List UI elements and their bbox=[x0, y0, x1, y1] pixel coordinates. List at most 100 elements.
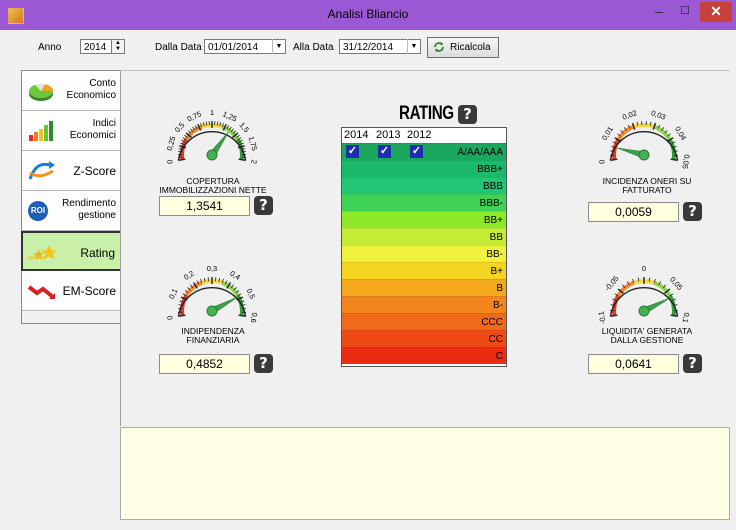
gauge-tick-label: 0,1 bbox=[681, 312, 692, 324]
incidenza-help-icon[interactable]: ? bbox=[683, 202, 702, 221]
gauge-tick bbox=[178, 158, 186, 162]
rating-row: BB+ bbox=[342, 211, 506, 228]
gauge-tick-label: 0,01 bbox=[600, 125, 615, 142]
rating-class-label: BBB- bbox=[479, 198, 503, 209]
rating-row: BB- bbox=[342, 245, 506, 262]
rating-year: 2012 bbox=[407, 129, 432, 141]
pie-chart-icon bbox=[29, 83, 54, 101]
rating-years-header: 2014 2013 2012 bbox=[342, 128, 506, 142]
rating-class-label: CCC bbox=[481, 317, 503, 328]
title-bar: Analisi Bliancio – ☐ ✕ bbox=[0, 0, 736, 30]
gauge-tick-label: 0,6 bbox=[249, 312, 260, 324]
gauge-tick bbox=[238, 158, 246, 162]
gauge-tick-label: -0,05 bbox=[603, 274, 621, 293]
gauge-tick-label: 0,75 bbox=[186, 109, 203, 123]
anno-field[interactable]: 2014 bbox=[80, 39, 112, 54]
gauge-tick-label: 0 bbox=[597, 159, 607, 165]
indipendenza-label: INDIPENDENZA FINANZIARIA bbox=[181, 326, 245, 345]
gauge-tick-label: 0,05 bbox=[680, 154, 691, 169]
rating-class-label: BB- bbox=[486, 249, 503, 260]
indipendenza-help-icon[interactable]: ? bbox=[254, 354, 273, 373]
rating-row: A/AA/AAA ✓ ✓ ✓ bbox=[342, 143, 506, 160]
rating-title: RATING bbox=[399, 103, 454, 124]
content-panel: 0 0,25 0,5 0,75 1 1,25 1,5 1,75 2 COPERTURA IMMOB… bbox=[120, 70, 730, 426]
sidebar-item-rating[interactable]: Rating bbox=[21, 231, 123, 271]
gauge-tick-label: 0,4 bbox=[228, 269, 242, 282]
sidebar-item-label: Indici Economici bbox=[69, 118, 116, 141]
sidebar-item-label: Z-Score bbox=[73, 164, 116, 178]
rating-check-icon: ✓ bbox=[346, 145, 359, 158]
rating-class-label: A/AA/AAA bbox=[457, 147, 503, 158]
rating-row: CC bbox=[342, 330, 506, 347]
liquidita-value: 0,0641 bbox=[588, 354, 679, 374]
rating-row: BBB bbox=[342, 177, 506, 194]
indipendenza-value: 0,4852 bbox=[159, 354, 250, 374]
rating-row: BBB+ bbox=[342, 160, 506, 177]
gauge-tick-label: 0,5 bbox=[245, 287, 257, 300]
liquidita-help-icon[interactable]: ? bbox=[683, 354, 702, 373]
maximize-button[interactable]: ☐ bbox=[674, 2, 696, 22]
main-window: Anno 2014 ▲ ▼ Dalla Data 01/01/2014 ▼ All… bbox=[6, 30, 730, 524]
trend-arrows-icon bbox=[28, 161, 55, 180]
rating-stars-icon bbox=[28, 245, 58, 260]
gauge-tick-label: 0,02 bbox=[621, 108, 638, 121]
minimize-button[interactable]: – bbox=[648, 2, 670, 22]
gauge-tick bbox=[238, 314, 246, 318]
close-button[interactable]: ✕ bbox=[700, 2, 732, 22]
copertura-label: COPERTURA IMMOBILIZZAZIONI NETTE bbox=[159, 176, 267, 195]
rating-table: 2014 2013 2012 A/AA/AAA ✓ ✓ ✓ BBB+ BBB BBB- BB+… bbox=[341, 127, 507, 367]
rating-row: B bbox=[342, 279, 506, 296]
gauge-tick-label: 1,75 bbox=[247, 135, 260, 152]
gauge-tick bbox=[610, 314, 618, 318]
alla-data-label: Alla Data bbox=[293, 42, 334, 53]
sidebar: ContoEconomico IndiciEconomici Z-Score bbox=[21, 70, 123, 324]
ricalcola-button[interactable]: Ricalcola bbox=[427, 37, 499, 58]
gauge-tick-label: 0,2 bbox=[182, 269, 196, 282]
rating-class-label: B bbox=[496, 283, 503, 294]
copertura-help-icon[interactable]: ? bbox=[254, 196, 273, 215]
bar-chart-icon bbox=[29, 121, 53, 141]
gauge-tick-label: 0,04 bbox=[673, 125, 688, 142]
rating-check-icon: ✓ bbox=[378, 145, 391, 158]
sidebar-item-z-score[interactable]: Z-Score bbox=[22, 151, 122, 191]
liquidita-gauge: -0,1 -0,05 0 0,05 0,1 bbox=[597, 264, 692, 325]
gauge-tick-label: 0 bbox=[165, 315, 175, 321]
sidebar-item-indici-economici[interactable]: Indici Economici bbox=[22, 111, 122, 151]
rating-row: C bbox=[342, 347, 506, 364]
copertura-gauge: 0 0,250,50,75 1 1,251,51,75 2 bbox=[165, 108, 260, 164]
dalla-data-dropdown-icon[interactable]: ▼ bbox=[272, 39, 285, 54]
rating-year: 2013 bbox=[376, 129, 401, 141]
sidebar-item-label: Conto Economico bbox=[66, 78, 116, 101]
dalla-data-label: Dalla Data bbox=[155, 42, 202, 53]
gauge-tick bbox=[178, 314, 186, 318]
rating-class-label: BB bbox=[489, 232, 503, 243]
rating-class-label: B+ bbox=[490, 266, 503, 277]
toolbar: Anno 2014 ▲ ▼ Dalla Data 01/01/2014 ▼ All… bbox=[6, 30, 730, 64]
rating-class-label: BBB+ bbox=[477, 164, 503, 175]
sidebar-item-rendimento-gestione[interactable]: ROI Rendimento gestione bbox=[22, 191, 122, 231]
liquidita-label: LIQUIDITA' GENERATA DALLA GESTIONE bbox=[601, 326, 693, 345]
gauge-hub bbox=[206, 149, 218, 161]
incidenza-label: INCIDENZA ONERI SU FATTURATO bbox=[602, 176, 692, 195]
anno-label: Anno bbox=[38, 42, 62, 53]
notes-panel bbox=[120, 427, 730, 520]
gauge-tick-label: 1 bbox=[210, 108, 214, 117]
gauge-tick-label: 0,1 bbox=[167, 287, 179, 300]
rating-row: B- bbox=[342, 296, 506, 313]
gauge-hub bbox=[638, 305, 650, 317]
sidebar-item-conto-economico[interactable]: Conto Economico bbox=[22, 71, 122, 111]
gauge-tick bbox=[610, 158, 618, 162]
indipendenza-gauge: 0 0,10,2 0,3 0,40,5 0,6 bbox=[165, 264, 260, 324]
alla-data-dropdown-icon[interactable]: ▼ bbox=[407, 39, 420, 54]
sidebar-item-em-score[interactable]: EM-Score bbox=[22, 271, 122, 311]
gauge-tick-label: 0,25 bbox=[165, 135, 178, 152]
gauge-band bbox=[633, 123, 655, 129]
window-title: Analisi Bliancio bbox=[327, 7, 409, 21]
gauge-tick-label: -0,1 bbox=[597, 311, 608, 325]
alla-data-value: 31/12/2014 bbox=[343, 42, 394, 53]
sidebar-item-label: Rendimento gestione bbox=[62, 198, 116, 221]
rating-year: 2014 bbox=[344, 129, 369, 141]
rating-help-icon[interactable]: ? bbox=[458, 105, 477, 124]
anno-stepper[interactable]: ▲ ▼ bbox=[111, 39, 125, 54]
rating-class-label: B- bbox=[493, 300, 503, 311]
